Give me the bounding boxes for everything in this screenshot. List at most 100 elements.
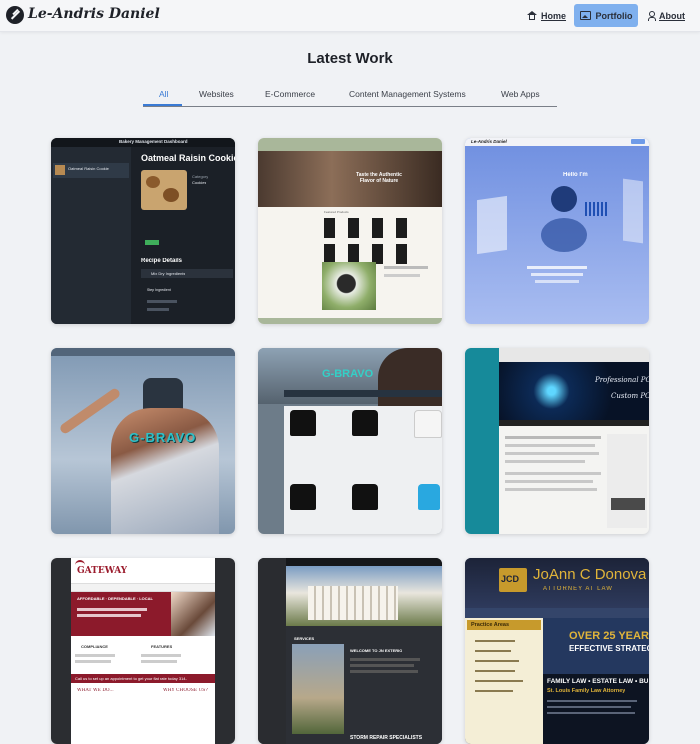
- tab-web-apps[interactable]: Web Apps: [501, 89, 540, 99]
- welcome-heading: WELCOME TO JN EXTERIO: [350, 648, 403, 653]
- cookie-shape: [163, 188, 179, 202]
- user-icon: [648, 10, 656, 21]
- nav-about-link[interactable]: About: [648, 4, 685, 27]
- step-label: Step Ingredient: [147, 288, 171, 292]
- site-menu: [499, 420, 649, 426]
- strategies-heading: EFFECTIVE STRATEGIES: [569, 644, 649, 653]
- nav-about-label: About: [659, 10, 685, 21]
- text-line: [384, 266, 428, 269]
- portfolio-card-gbravo[interactable]: G-BRAVO: [51, 348, 235, 534]
- portfolio-card-exteriors[interactable]: SERVICES WELCOME TO JN EXTERIO STORM REP…: [258, 558, 442, 744]
- what-we-do-heading: WHAT WE DO...: [77, 688, 114, 693]
- product-bag: [372, 244, 383, 264]
- text-line: [505, 444, 595, 447]
- house-photo: [292, 644, 344, 734]
- law-areas-strip: FAMILY LAW • ESTATE LAW • BU: [547, 678, 649, 685]
- section-heading: Recipe Details: [141, 258, 183, 264]
- product-bag: [396, 244, 407, 264]
- tab-all[interactable]: All: [159, 89, 168, 99]
- why-choose-heading: WHY CHOOSE US?: [163, 688, 208, 693]
- site-menu: [71, 583, 215, 592]
- portfolio-card-gateway[interactable]: GATEWAY AFFORDABLE · DEPENDABLE · LOCAL …: [51, 558, 235, 744]
- tab-cms[interactable]: Content Management Systems: [349, 89, 466, 99]
- brand-logo-icon[interactable]: [6, 6, 24, 24]
- site-footer: [258, 318, 442, 324]
- tab-websites[interactable]: Websites: [199, 89, 234, 99]
- browser-bar: [499, 348, 649, 362]
- site-menu: [465, 608, 649, 618]
- video-thumbnail: [611, 498, 645, 510]
- product-bag: [372, 218, 383, 238]
- text-line: [475, 670, 515, 672]
- illustration-panel: [623, 178, 643, 244]
- hero-headline: Professional PC R: [595, 376, 649, 384]
- text-line: [505, 436, 601, 439]
- store-menu: [284, 390, 442, 397]
- text-line: [505, 480, 593, 483]
- text-line: [505, 488, 597, 491]
- text-line: [505, 460, 585, 463]
- text-line: [350, 670, 418, 673]
- house-porch: [308, 586, 398, 620]
- gbravo-store-logo: G-BRAVO: [322, 368, 374, 380]
- text-line: [505, 472, 601, 475]
- cta-text: Call us to set up an appointment to get …: [75, 676, 187, 681]
- illustration-base: [541, 218, 587, 252]
- text-line: [147, 308, 169, 311]
- years-heading: OVER 25 YEARS O: [569, 630, 649, 642]
- gbravo-logo: G-BRAVO: [129, 430, 197, 445]
- text-line: [531, 273, 583, 276]
- cookie-shape: [146, 176, 160, 188]
- hero-tagline: AFFORDABLE · DEPENDABLE · LOCAL: [77, 596, 153, 601]
- hero-banner: [499, 362, 649, 420]
- side-stripe: [215, 558, 235, 744]
- product-bag: [324, 218, 335, 238]
- status-badge: [145, 240, 159, 245]
- avatar: [551, 186, 577, 212]
- text-line: [547, 706, 631, 708]
- side-stripe: [258, 558, 286, 744]
- text-line: [475, 680, 523, 682]
- portfolio-card-law[interactable]: JCD JoAnn C Donova ATTORNEY AT LAW Pract…: [465, 558, 649, 744]
- portfolio-card-coffee[interactable]: Taste the Authentic Flavor of Nature Fea…: [258, 138, 442, 324]
- text-line: [350, 658, 420, 661]
- nav-button[interactable]: [631, 139, 645, 144]
- law-firm-name: JoAnn C Donova: [533, 566, 647, 583]
- hero-greeting: Hello I'm: [563, 172, 588, 178]
- portfolio-card-portfolio-site[interactable]: Le-Andris Daniel Hello I'm: [465, 138, 649, 324]
- text-line: [384, 274, 420, 277]
- hero-photo: [171, 592, 215, 636]
- section-label: Featured Products: [324, 210, 349, 214]
- text-line: [475, 650, 511, 652]
- text-line: [147, 300, 177, 303]
- text-line: [141, 660, 177, 663]
- page-title: Latest Work: [307, 50, 393, 67]
- gateway-logo: GATEWAY: [77, 566, 128, 576]
- law-firm-subtitle: ATTORNEY AT LAW: [543, 586, 613, 592]
- tshirt-product: [290, 410, 316, 436]
- portfolio-card-gbravo-store[interactable]: G-BRAVO: [258, 348, 442, 534]
- category-label: Category: [192, 174, 209, 179]
- portfolio-card-pc-repair[interactable]: Professional PC R Custom PC's: [465, 348, 649, 534]
- dashboard-title: Bakery Management Dashboard: [119, 139, 188, 144]
- text-line: [350, 664, 414, 667]
- cookie-thumbnail: [55, 165, 65, 175]
- tshirt-product: [290, 484, 316, 510]
- nav-portfolio-link[interactable]: Portfolio: [574, 4, 638, 27]
- nav-home-link[interactable]: Home: [527, 4, 566, 27]
- text-line: [475, 640, 515, 642]
- image-icon: [579, 11, 591, 20]
- product-bag: [324, 244, 335, 264]
- text-line: [527, 266, 587, 269]
- site-header: [258, 138, 442, 151]
- tshirt-product: [414, 410, 442, 438]
- law-monogram: JCD: [501, 574, 520, 584]
- side-stripe: [465, 348, 499, 534]
- product-bag: [396, 218, 407, 238]
- portfolio-card-bakery[interactable]: Bakery Management Dashboard Oatmeal Rais…: [51, 138, 235, 324]
- home-icon: [527, 11, 537, 20]
- storm-banner: STORM REPAIR SPECIALISTS: [350, 735, 423, 741]
- tab-e-commerce[interactable]: E-Commerce: [265, 89, 315, 99]
- brand-name[interactable]: Le-Andris Daniel: [28, 6, 160, 22]
- compliance-heading: COMPLIANCE: [81, 644, 108, 649]
